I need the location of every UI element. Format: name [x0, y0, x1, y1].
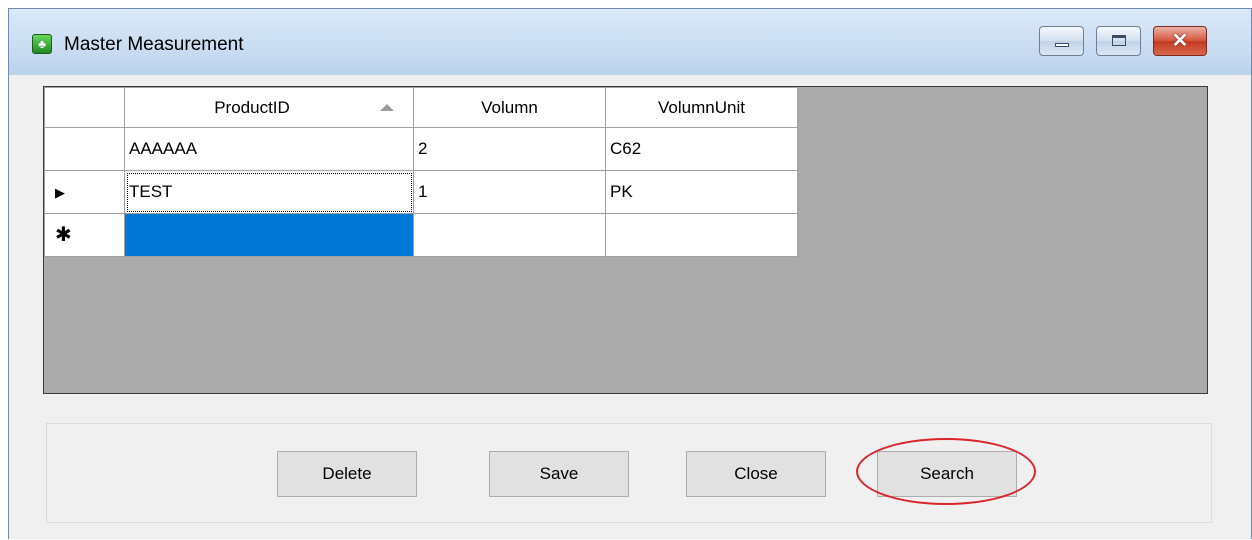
cell-productid[interactable]: TEST — [124, 170, 414, 214]
minimize-button[interactable] — [1039, 26, 1084, 56]
title-bar[interactable]: ♣ Master Measurement ✕ — [9, 9, 1251, 75]
cell-volumnunit[interactable]: C62 — [605, 127, 798, 171]
maximize-icon — [1112, 35, 1126, 46]
grid-header-row: ProductID Volumn VolumnUnit — [44, 87, 798, 128]
client-area: ProductID Volumn VolumnUnit AAAAAA 2 C62… — [9, 75, 1251, 539]
app-leaf-icon: ♣ — [32, 34, 52, 54]
column-header-productid-inner: ProductID — [125, 98, 413, 118]
column-header-volumnunit[interactable]: VolumnUnit — [605, 87, 798, 128]
column-header-productid[interactable]: ProductID — [124, 87, 414, 128]
current-row-arrow-icon: ▶ — [55, 184, 65, 200]
button-panel: Delete Save Close Search — [46, 423, 1212, 523]
close-button[interactable]: Close — [686, 451, 826, 497]
table-row[interactable]: AAAAAA 2 C62 — [44, 127, 798, 171]
new-row[interactable]: ✱ — [44, 213, 798, 257]
cell-productid-selected[interactable] — [124, 213, 414, 257]
master-measurement-window: ♣ Master Measurement ✕ ProductID Volumn … — [8, 8, 1252, 539]
close-icon: ✕ — [1171, 30, 1189, 52]
table-row-current[interactable]: ▶ TEST 1 PK — [44, 170, 798, 214]
cell-volumnunit[interactable]: PK — [605, 170, 798, 214]
column-header-label: VolumnUnit — [658, 97, 745, 117]
column-header-label: ProductID — [214, 97, 290, 117]
delete-button[interactable]: Delete — [277, 451, 417, 497]
row-header-corner[interactable] — [44, 87, 125, 128]
close-window-button[interactable]: ✕ — [1153, 26, 1207, 56]
column-header-label: Volumn — [481, 97, 538, 117]
cell-volumn[interactable]: 2 — [413, 127, 606, 171]
cell-volumn[interactable]: 1 — [413, 170, 606, 214]
search-button[interactable]: Search — [877, 451, 1017, 497]
row-header[interactable] — [44, 127, 125, 171]
save-button[interactable]: Save — [489, 451, 629, 497]
window-title: Master Measurement — [64, 34, 244, 55]
cell-productid[interactable]: AAAAAA — [124, 127, 414, 171]
cell-volumnunit[interactable] — [605, 213, 798, 257]
cell-volumn[interactable] — [413, 213, 606, 257]
minimize-icon — [1055, 43, 1069, 47]
row-header[interactable]: ✱ — [44, 213, 125, 257]
row-header[interactable]: ▶ — [44, 170, 125, 214]
maximize-button[interactable] — [1096, 26, 1141, 56]
column-header-volumn[interactable]: Volumn — [413, 87, 606, 128]
new-row-asterisk-icon: ✱ — [55, 224, 72, 246]
data-grid[interactable]: ProductID Volumn VolumnUnit AAAAAA 2 C62… — [43, 86, 1208, 394]
sort-ascending-icon — [379, 104, 394, 111]
grid-table: ProductID Volumn VolumnUnit AAAAAA 2 C62… — [44, 87, 798, 257]
